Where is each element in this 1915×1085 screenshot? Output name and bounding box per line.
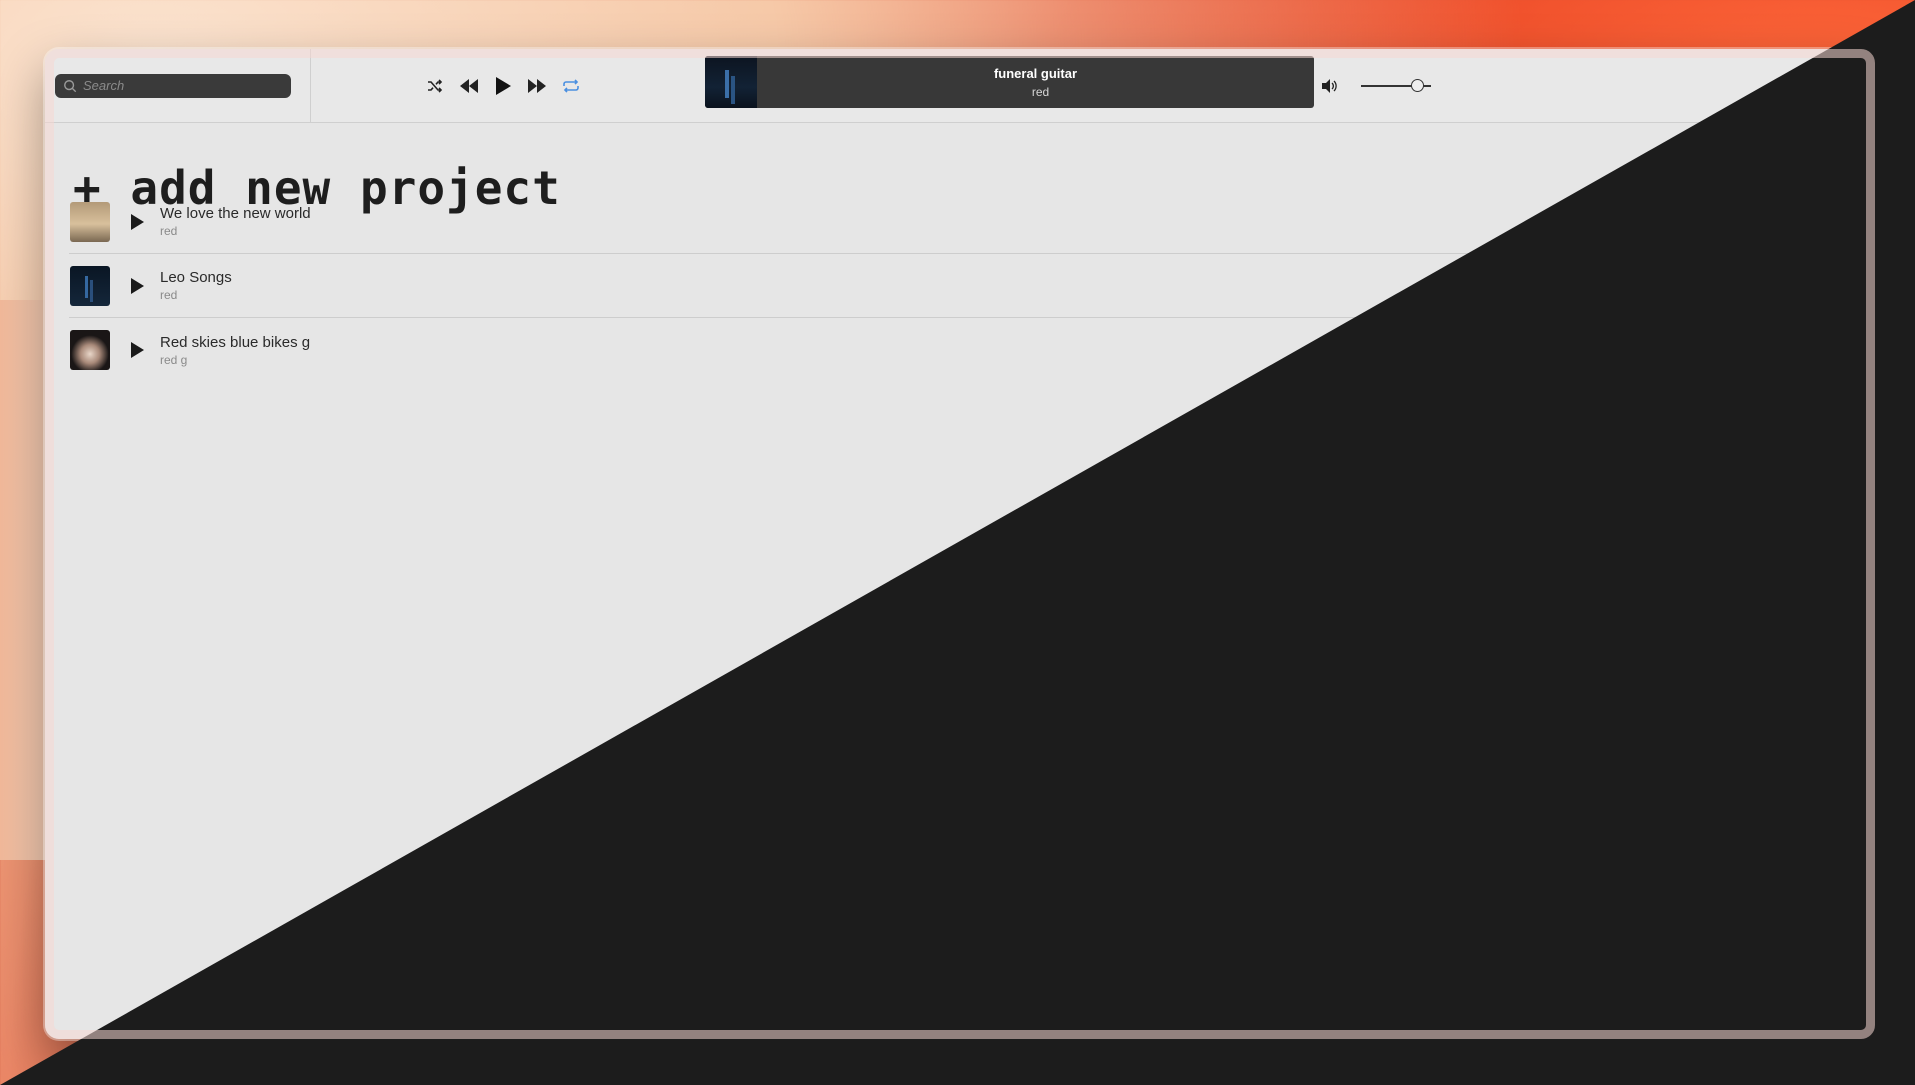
now-playing-artist: red	[1031, 84, 1050, 99]
project-info: We love the new world red	[160, 205, 311, 238]
app-window: funeral guitar red + add new project	[45, 49, 1875, 1039]
project-title: Leo Songs	[160, 269, 232, 286]
project-row[interactable]: Red skies blue bikes g red g 4w	[69, 318, 1851, 382]
avatar[interactable]	[1841, 75, 1863, 97]
volume-control	[1321, 49, 1431, 123]
speaker-icon[interactable]	[1321, 78, 1337, 94]
project-age: 1w	[1792, 214, 1809, 229]
repeat-button[interactable]	[561, 76, 581, 96]
project-list: We love the new world red 1w Leo Songs r…	[69, 190, 1851, 382]
volume-slider[interactable]	[1361, 79, 1431, 92]
project-artwork	[70, 265, 110, 306]
list-icon[interactable]	[1795, 79, 1813, 93]
play-button[interactable]	[493, 76, 513, 96]
project-artwork	[70, 201, 110, 242]
play-icon[interactable]	[130, 277, 144, 294]
project-row[interactable]: Leo Songs red 3w	[69, 254, 1851, 318]
shuffle-icon	[428, 79, 443, 93]
project-info: Red skies blue bikes g red g	[160, 334, 310, 367]
project-title: Red skies blue bikes g	[160, 333, 311, 351]
search-box[interactable]	[55, 73, 291, 98]
project-title: We love the new world	[160, 205, 311, 222]
project-age: 3w	[1792, 278, 1809, 293]
project-artist: red g	[160, 352, 188, 367]
project-row[interactable]: We love the new world red 1w	[69, 190, 1851, 254]
project-info: Leo Songs red	[160, 269, 232, 302]
fast-forward-button[interactable]	[527, 76, 547, 96]
play-icon[interactable]	[130, 213, 144, 230]
more-icon[interactable]	[1825, 220, 1839, 224]
now-playing-title: funeral guitar	[993, 65, 1078, 81]
project-age: 4w	[1792, 342, 1809, 358]
now-playing-artwork	[705, 56, 757, 108]
rewind-icon	[460, 79, 478, 93]
play-icon[interactable]	[130, 342, 144, 358]
search-icon	[64, 79, 77, 92]
toolbar: funeral guitar red	[45, 49, 1875, 123]
now-playing-panel[interactable]: funeral guitar red	[705, 56, 1314, 108]
project-artist: red	[160, 288, 178, 302]
project-artist: red	[160, 224, 178, 238]
more-icon[interactable]	[1825, 348, 1839, 352]
volume-slider-knob[interactable]	[1411, 79, 1424, 92]
fast-forward-icon	[528, 79, 546, 93]
play-icon	[496, 77, 511, 95]
playback-controls	[425, 49, 581, 123]
wallpaper-shape	[800, 1040, 1460, 1085]
shuffle-button[interactable]	[425, 76, 445, 96]
toolbar-right	[1795, 49, 1863, 123]
rewind-button[interactable]	[459, 76, 479, 96]
more-icon[interactable]	[1825, 284, 1839, 288]
now-playing-info: funeral guitar red	[757, 56, 1314, 108]
search-input[interactable]	[83, 78, 273, 93]
repeat-icon	[563, 79, 579, 93]
project-artwork	[70, 330, 110, 370]
search-area	[45, 49, 311, 123]
